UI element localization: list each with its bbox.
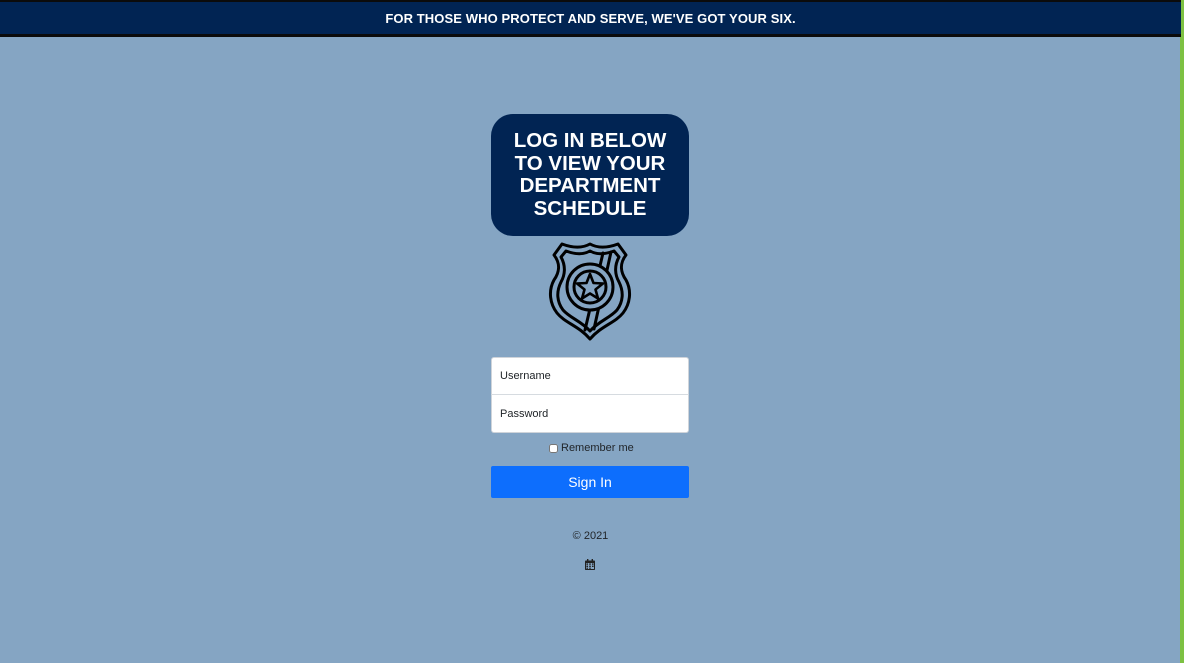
copyright-text: © 2021 [572,530,609,542]
login-heading-box: LOG IN BELOW TO VIEW YOUR DEPARTMENT SCH… [491,114,689,236]
username-input[interactable] [491,357,689,395]
login-form [491,357,689,433]
sign-in-button[interactable]: Sign In [491,466,689,498]
remember-me[interactable]: Remember me [549,440,634,456]
window-edge-accent [1180,0,1184,663]
top-banner: FOR THOSE WHO PROTECT AND SERVE, WE'VE G… [0,0,1181,37]
banner-text: FOR THOSE WHO PROTECT AND SERVE, WE'VE G… [385,10,796,26]
remember-me-checkbox[interactable] [549,443,558,453]
page-title: LOG IN BELOW TO VIEW YOUR DEPARTMENT SCH… [513,129,667,220]
password-input[interactable] [491,395,689,433]
remember-me-label: Remember me [561,442,634,454]
police-badge-icon [548,242,632,341]
calendar-icon [585,559,595,570]
